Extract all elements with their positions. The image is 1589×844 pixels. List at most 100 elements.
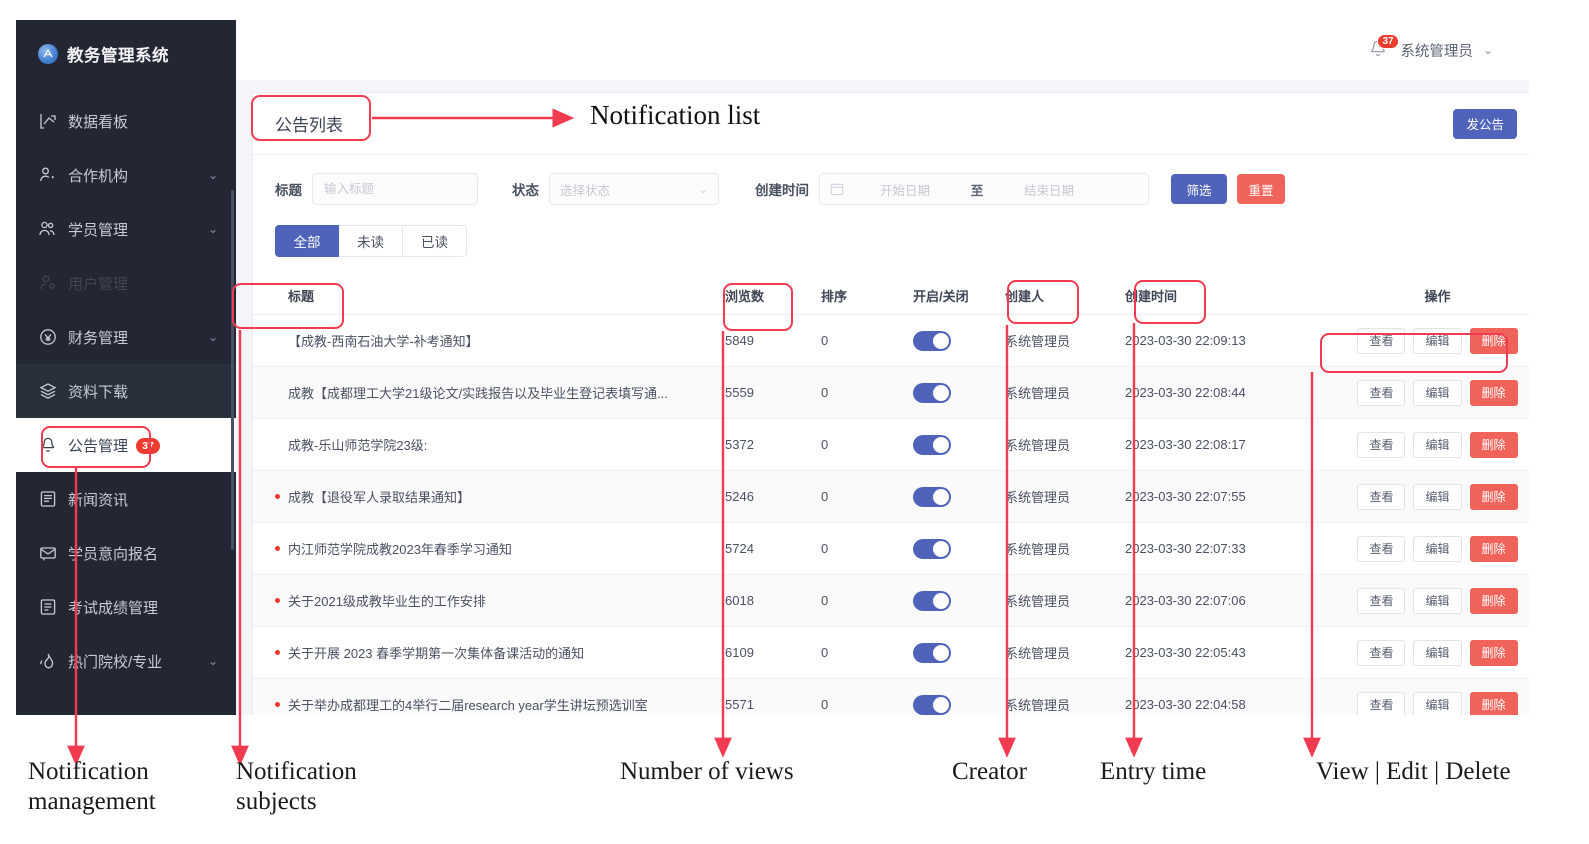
users-icon <box>38 219 60 239</box>
tab-1[interactable]: 未读 <box>339 225 403 257</box>
cell-sort: 0 <box>821 437 829 452</box>
delete-button[interactable]: 删除 <box>1469 691 1518 715</box>
view-button[interactable]: 查看 <box>1357 639 1406 666</box>
chevron-down-icon: ⌄ <box>698 183 708 196</box>
notification-bell-button[interactable]: 37 <box>1366 34 1399 63</box>
cell-actions: 查看 编辑 删除 <box>1330 483 1529 510</box>
cell-switch <box>913 694 1005 715</box>
sidebar-item-0[interactable]: 数据看板 <box>16 94 236 148</box>
delete-button[interactable]: 删除 <box>1469 535 1518 562</box>
sidebar-item-label: 学员意向报名 <box>68 545 159 563</box>
enable-toggle[interactable] <box>913 538 951 559</box>
edit-button[interactable]: 编辑 <box>1413 327 1462 354</box>
column-header-views: 浏览数 <box>725 289 765 304</box>
view-button[interactable]: 查看 <box>1357 691 1406 715</box>
toggle-knob <box>933 332 949 349</box>
notification-title: 关于2021级成教毕业生的工作安排 <box>288 594 486 609</box>
sidebar-item-8[interactable]: 学员意向报名 <box>16 526 236 580</box>
sidebar-item-9[interactable]: 考试成绩管理 <box>16 580 236 634</box>
chevron-down-icon[interactable]: ⌄ <box>1483 43 1493 57</box>
column-header-owner: 创建人 <box>1005 289 1045 304</box>
sidebar-item-5[interactable]: 资料下载 <box>16 364 236 418</box>
cell-owner: 系统管理员 <box>1005 542 1071 557</box>
chevron-down-icon: ⌄ <box>207 168 218 182</box>
delete-button[interactable]: 删除 <box>1469 587 1518 614</box>
delete-button[interactable]: 删除 <box>1469 483 1518 510</box>
cell-switch <box>913 486 1005 507</box>
view-button[interactable]: 查看 <box>1357 327 1406 354</box>
hot-school-icon <box>38 651 60 671</box>
table-row[interactable]: 关于2021级成教毕业生的工作安排 6018 0 系统管理员 2023-03-30 22… <box>253 575 1529 627</box>
table-row[interactable]: 关于举办成都理工的4举行二届research year学生讲坛预选训室 5571 0… <box>253 679 1529 715</box>
table-row[interactable]: 【成教-西南石油大学-补考通知】 5849 0 系统管理员 2023-03-30 22:… <box>253 315 1529 367</box>
cell-sort: 0 <box>821 489 829 504</box>
cell-title: 成教【成都理工大学21级论文/实践报告以及毕业生登记表填写通... <box>253 383 725 402</box>
publish-notification-button[interactable]: 发公告 <box>1453 108 1517 139</box>
view-button[interactable]: 查看 <box>1357 379 1406 406</box>
sidebar-item-3[interactable]: 用户管理 <box>16 256 236 310</box>
table-body: 【成教-西南石油大学-补考通知】 5849 0 系统管理员 2023-03-30 22:… <box>253 315 1529 715</box>
created-time-daterange[interactable]: 开始日期 至 结束日期 <box>819 173 1149 205</box>
user-gear-icon <box>40 275 55 290</box>
cell-views: 5571 <box>725 697 754 712</box>
enable-toggle[interactable] <box>913 330 951 351</box>
enable-toggle[interactable] <box>913 434 951 455</box>
cell-actions: 查看 编辑 删除 <box>1330 327 1529 354</box>
screenshot-root: 教务管理系统 数据看板 合作机构 ⌄ 学员管理 ⌄ 用户管理 财务管理 ⌄ 资料下载公告管理 37… <box>0 0 1589 844</box>
table-row[interactable]: 成教【退役军人录取结果通知】 5246 0 系统管理员 2023-03-30 22:07… <box>253 471 1529 523</box>
enable-toggle[interactable] <box>913 486 951 507</box>
table-row[interactable]: 关于开展 2023 春季学期第一次集体备课活动的通知 6109 0 系统管理员 2023… <box>253 627 1529 679</box>
sidebar-item-10[interactable]: 热门院校/专业 ⌄ <box>16 634 236 688</box>
date-end-placeholder: 结束日期 <box>1023 183 1074 198</box>
cell-views: 6018 <box>725 593 754 608</box>
cell-actions: 查看 编辑 删除 <box>1330 535 1529 562</box>
tab-0[interactable]: 全部 <box>275 225 339 257</box>
title-filter-input[interactable] <box>312 173 478 205</box>
brand-title: 教务管理系统 <box>67 47 169 65</box>
view-button[interactable]: 查看 <box>1357 535 1406 562</box>
edit-button[interactable]: 编辑 <box>1413 483 1462 510</box>
org-user-icon <box>40 167 54 182</box>
edit-button[interactable]: 编辑 <box>1413 379 1462 406</box>
sidebar-item-2[interactable]: 学员管理 ⌄ <box>16 202 236 256</box>
notification-title: 关于开展 2023 春季学期第一次集体备课活动的通知 <box>288 646 585 661</box>
sidebar-item-4[interactable]: 财务管理 ⌄ <box>16 310 236 364</box>
view-button[interactable]: 查看 <box>1357 483 1406 510</box>
enable-toggle[interactable] <box>913 382 951 403</box>
notification-title: 成教【成都理工大学21级论文/实践报告以及毕业生登记表填写通... <box>288 386 668 401</box>
edit-button[interactable]: 编辑 <box>1413 431 1462 458</box>
apply-filter-button[interactable]: 筛选 <box>1171 174 1227 204</box>
sidebar-scrollbar[interactable] <box>231 190 234 550</box>
delete-button[interactable]: 删除 <box>1469 639 1518 666</box>
table-row[interactable]: 内江师范学院成教2023年春季学习通知 5724 0 系统管理员 2023-03-30 … <box>253 523 1529 575</box>
edit-button[interactable]: 编辑 <box>1413 639 1462 666</box>
table-row[interactable]: 成教-乐山师范学院23级: 5372 0 系统管理员 2023-03-30 22:08:… <box>253 419 1529 471</box>
edit-button[interactable]: 编辑 <box>1413 535 1462 562</box>
created-time-filter-label: 创建时间 <box>755 183 809 198</box>
tab-2[interactable]: 已读 <box>403 225 467 257</box>
sidebar-item-7[interactable]: 新闻资讯 <box>16 472 236 526</box>
sidebar-item-6[interactable]: 公告管理 37 <box>16 418 236 472</box>
sidebar-item-badge: 37 <box>136 438 161 454</box>
delete-button[interactable]: 删除 <box>1469 431 1518 458</box>
annotation-label-notif-subjects: Notification subjects <box>236 758 357 815</box>
reset-filter-button[interactable]: 重置 <box>1237 174 1285 204</box>
annotation-label-notif-management: Notification management <box>28 758 156 815</box>
enable-toggle[interactable] <box>913 694 951 715</box>
table-row[interactable]: 成教【成都理工大学21级论文/实践报告以及毕业生登记表填写通... 5559 0 系统… <box>253 367 1529 419</box>
delete-button[interactable]: 删除 <box>1469 379 1518 406</box>
cell-switch <box>913 538 1005 559</box>
enable-toggle[interactable] <box>913 590 951 611</box>
view-button[interactable]: 查看 <box>1357 431 1406 458</box>
cell-sort: 0 <box>821 385 829 400</box>
delete-button[interactable]: 删除 <box>1469 327 1518 354</box>
edit-button[interactable]: 编辑 <box>1413 691 1462 715</box>
edit-button[interactable]: 编辑 <box>1413 587 1462 614</box>
enable-toggle[interactable] <box>913 642 951 663</box>
status-filter-select[interactable]: 选择状态 ⌄ <box>549 173 719 205</box>
toggle-knob <box>933 592 949 609</box>
sidebar-item-1[interactable]: 合作机构 ⌄ <box>16 148 236 202</box>
sidebar-item-label: 资料下载 <box>68 383 129 401</box>
sidebar-item-label: 热门院校/专业 <box>68 653 163 671</box>
view-button[interactable]: 查看 <box>1357 587 1406 614</box>
